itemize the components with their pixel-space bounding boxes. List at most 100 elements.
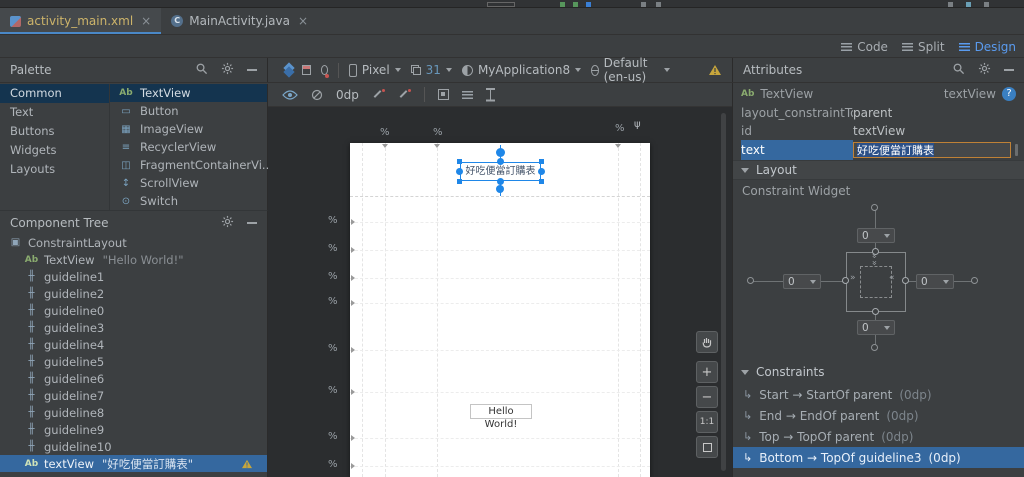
- margin-start-dropdown[interactable]: 0: [783, 274, 821, 289]
- constraint-item-bottom[interactable]: ↳ Bottom → TopOf guideline3 (0dp): [733, 447, 1024, 468]
- parent-end-anchor[interactable]: [971, 277, 978, 284]
- guideline-percent-marker[interactable]: %: [380, 127, 390, 138]
- orientation-icon[interactable]: [302, 65, 311, 75]
- guideline-percent-marker[interactable]: %: [433, 127, 443, 138]
- theme-dropdown[interactable]: MyApplication8: [461, 63, 582, 77]
- resize-handle[interactable]: [539, 179, 544, 184]
- design-canvas[interactable]: % % % ψ % % % % % % % % 好吃便當訂購表 Hello Wo…: [268, 107, 732, 477]
- guideline-bottom-anchor[interactable]: [871, 344, 878, 351]
- margin-bottom-dropdown[interactable]: 0: [857, 320, 895, 335]
- widget-top-anchor[interactable]: [872, 248, 879, 255]
- tree-item-guideline6[interactable]: ╫ guideline6: [0, 370, 267, 387]
- gear-icon[interactable]: [978, 62, 991, 78]
- guideline-percent-marker[interactable]: %: [328, 215, 338, 226]
- start-anchor[interactable]: [456, 168, 463, 175]
- property-row-text[interactable]: text 好吃便當訂購表: [733, 140, 1024, 160]
- tree-item-guideline10[interactable]: ╫ guideline10: [0, 438, 267, 455]
- margin-top-dropdown[interactable]: 0: [857, 228, 895, 243]
- palette-item-recyclerview[interactable]: ≡ RecyclerView: [110, 138, 267, 156]
- search-icon[interactable]: [195, 62, 208, 78]
- close-icon[interactable]: ×: [298, 14, 308, 28]
- palette-category-buttons[interactable]: Buttons: [0, 122, 109, 141]
- constraint-item-top[interactable]: ↳ Top → TopOf parent (0dp): [733, 426, 1024, 447]
- device-artboard[interactable]: 好吃便當訂購表 Hello World!: [350, 143, 650, 477]
- tree-item-guideline1[interactable]: ╫ guideline1: [0, 268, 267, 285]
- tree-item-guideline3[interactable]: ╫ guideline3: [0, 319, 267, 336]
- constraint-widget[interactable]: 0 0 0 0 « « « »: [733, 202, 1024, 360]
- top-margin-handle[interactable]: [496, 148, 505, 157]
- pick-resource-icon[interactable]: [1015, 144, 1018, 156]
- widget-start-anchor[interactable]: [842, 277, 849, 284]
- hide-panel-icon[interactable]: [247, 221, 257, 224]
- resize-handle[interactable]: [539, 159, 544, 164]
- palette-item-switch[interactable]: ⊙ Switch: [110, 192, 267, 210]
- device-dropdown[interactable]: Pixel: [348, 63, 401, 77]
- tree-item-textview-hello[interactable]: Ab TextView "Hello World!": [0, 251, 267, 268]
- zoom-in-button[interactable]: +: [696, 361, 718, 383]
- mode-code-button[interactable]: Code: [841, 40, 888, 54]
- palette-item-button[interactable]: ▭ Button: [110, 102, 267, 120]
- tree-item-constraintlayout[interactable]: ▣ ConstraintLayout: [0, 234, 267, 251]
- widget-end-anchor[interactable]: [902, 277, 909, 284]
- property-value[interactable]: textView: [853, 124, 905, 138]
- parent-top-anchor[interactable]: [871, 204, 878, 211]
- zoom-100-button[interactable]: 1:1: [696, 411, 718, 433]
- palette-item-imageview[interactable]: ▦ ImageView: [110, 120, 267, 138]
- tree-item-guideline7[interactable]: ╫ guideline7: [0, 387, 267, 404]
- close-icon[interactable]: ×: [141, 14, 151, 28]
- constraint-item-start[interactable]: ↳ Start → StartOf parent (0dp): [733, 384, 1024, 405]
- tree-item-guideline2[interactable]: ╫ guideline2: [0, 285, 267, 302]
- constraint-item-end[interactable]: ↳ End → EndOf parent (0dp): [733, 405, 1024, 426]
- zoom-to-fit-button[interactable]: [696, 436, 718, 458]
- layout-section-header[interactable]: Layout: [733, 160, 1024, 180]
- parent-start-anchor[interactable]: [747, 277, 754, 284]
- design-surface-icon[interactable]: [282, 64, 292, 77]
- search-icon[interactable]: [952, 62, 965, 78]
- palette-item-fragmentcontainerview[interactable]: ◫ FragmentContainerVi...: [110, 156, 273, 174]
- guideline-percent-marker[interactable]: %: [328, 296, 338, 307]
- guideline-percent-marker[interactable]: %: [328, 431, 338, 442]
- property-value[interactable]: parent: [853, 106, 892, 120]
- top-anchor[interactable]: [497, 158, 504, 165]
- api-level-dropdown[interactable]: 31: [410, 63, 452, 77]
- help-icon[interactable]: ?: [1002, 86, 1016, 101]
- guideline-percent-marker[interactable]: %: [328, 271, 338, 282]
- pack-icon[interactable]: [437, 89, 449, 100]
- guideline-percent-marker[interactable]: %: [328, 243, 338, 254]
- view-options-icon[interactable]: [282, 89, 298, 100]
- gear-icon[interactable]: [221, 62, 234, 78]
- tab-mainactivity-java[interactable]: C MainActivity.java ×: [161, 8, 318, 34]
- palette-item-textview[interactable]: Ab TextView: [110, 84, 267, 102]
- lint-warning-icon[interactable]: [708, 64, 722, 76]
- pan-button[interactable]: [696, 331, 718, 353]
- gear-icon[interactable]: [221, 215, 234, 231]
- hello-world-textview[interactable]: Hello World!: [470, 404, 532, 430]
- hide-panel-icon[interactable]: [247, 69, 257, 71]
- locale-dropdown[interactable]: Default (en-us): [591, 56, 670, 84]
- property-row-constraint-top[interactable]: layout_constraintTop parent: [733, 104, 1024, 122]
- canvas-vertical-scrollbar[interactable]: [721, 113, 726, 471]
- tree-item-guideline0[interactable]: ╫ guideline0: [0, 302, 267, 319]
- autoconnect-icon[interactable]: [311, 89, 323, 101]
- palette-category-common[interactable]: Common: [0, 84, 109, 103]
- tree-item-guideline4[interactable]: ╫ guideline4: [0, 336, 267, 353]
- property-row-id[interactable]: id textView: [733, 122, 1024, 140]
- guideline-percent-marker[interactable]: %: [328, 385, 338, 396]
- guidelines-icon[interactable]: [485, 88, 495, 101]
- resize-handle[interactable]: [457, 179, 462, 184]
- palette-item-scrollview[interactable]: ↕ ScrollView: [110, 174, 267, 192]
- default-margins-dropdown[interactable]: 0dp: [336, 88, 359, 102]
- infer-constraints-icon[interactable]: [398, 88, 411, 101]
- night-mode-icon[interactable]: [320, 65, 330, 78]
- bottom-margin-handle[interactable]: [496, 185, 504, 193]
- margin-end-dropdown[interactable]: 0: [916, 274, 954, 289]
- resize-handle[interactable]: [457, 159, 462, 164]
- guideline-percent-marker[interactable]: %: [328, 459, 338, 470]
- mode-design-button[interactable]: Design: [958, 40, 1016, 54]
- palette-category-layouts[interactable]: Layouts: [0, 160, 109, 179]
- align-icon[interactable]: [461, 90, 473, 99]
- tree-item-guideline5[interactable]: ╫ guideline5: [0, 353, 267, 370]
- mode-split-button[interactable]: Split: [901, 40, 945, 54]
- tab-activity-main-xml[interactable]: activity_main.xml ×: [0, 8, 162, 34]
- hide-panel-icon[interactable]: [1004, 69, 1014, 71]
